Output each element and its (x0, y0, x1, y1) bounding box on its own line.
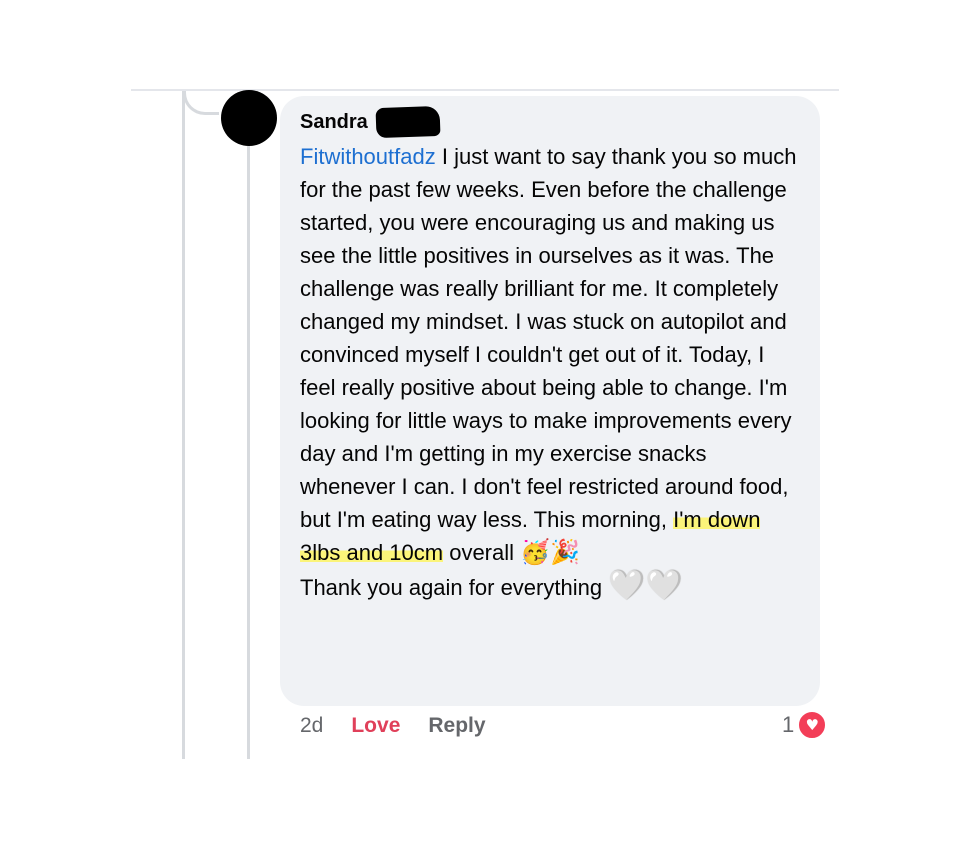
mention-link[interactable]: Fitwithoutfadz (300, 144, 436, 169)
comment-text: Fitwithoutfadz I just want to say thank … (300, 140, 800, 604)
party-face-emoji: 🥳 (520, 538, 551, 566)
thread-branch-connector (183, 91, 219, 115)
timestamp[interactable]: 2d (300, 714, 323, 738)
heart-icon: ♥ (797, 710, 828, 740)
love-button[interactable]: Love (351, 714, 400, 738)
divider (131, 89, 839, 91)
redaction-mark (375, 105, 441, 139)
avatar[interactable] (221, 90, 277, 146)
comment-bubble: Sandra Fitwithoutfadz I just want to say… (280, 96, 820, 706)
reply-button[interactable]: Reply (428, 714, 485, 738)
reaction-count: 1 (782, 712, 795, 737)
reaction-summary[interactable]: 1 ♥ (782, 710, 828, 740)
comment-body-continued: overall (443, 540, 521, 565)
comment-actions: 2d Love Reply (300, 714, 486, 738)
comment-closing: Thank you again for everything (300, 575, 609, 600)
party-popper-emoji: 🎉 (550, 538, 580, 566)
comment-body: I just want to say thank you so much for… (300, 144, 797, 532)
reply-thread-line (247, 146, 250, 759)
comment-header: Sandra (300, 105, 800, 139)
author-name[interactable]: Sandra (300, 111, 368, 134)
white-heart-emoji: 🤍🤍 (608, 568, 683, 603)
thread-line (182, 91, 185, 759)
